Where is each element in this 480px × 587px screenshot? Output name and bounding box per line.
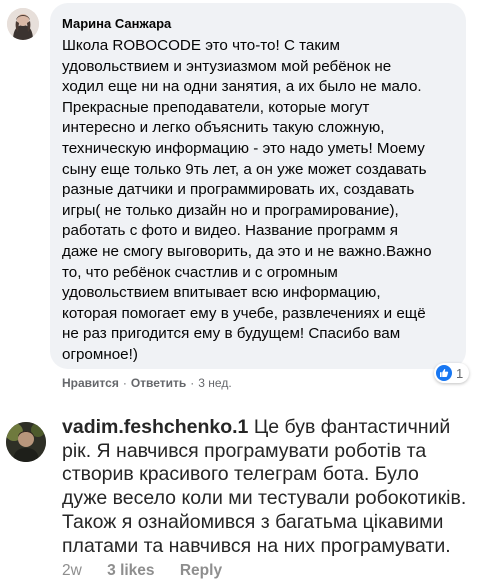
comment-text-line: Також я ознайомився з багатьма цікавими <box>62 510 444 533</box>
comment-timestamp[interactable]: 3 нед. <box>198 376 231 390</box>
avatar-photo-icon <box>7 8 39 40</box>
instagram-comment: vadim.feshchenko.1 Це був фантастичний р… <box>0 410 480 587</box>
comment-text-line: игры( не только дизайн но и програмирова… <box>62 201 399 219</box>
comment-text-line: не раз пригодится ему в будущем! Спасибо… <box>62 325 401 343</box>
reply-button[interactable]: Ответить <box>131 376 186 390</box>
comment-first-line: vadim.feshchenko.1 Це був фантастичний <box>62 416 478 440</box>
comment-text-line: разные датчики и программировать их, соз… <box>62 181 415 199</box>
comment-text-line: техническую информацию - это надо уметь!… <box>62 139 425 157</box>
comment-text-line: сыну еще только 9ть лет, а он уже может … <box>62 160 427 178</box>
thumbs-up-icon <box>436 365 452 381</box>
comment-text: vadim.feshchenko.1 Це був фантастичний р… <box>62 416 478 558</box>
comment-text-line: ходил еще ни на одни занятия, а их было … <box>62 78 422 96</box>
avatar[interactable] <box>7 8 39 40</box>
reply-button[interactable]: Reply <box>180 562 222 579</box>
comment-text-line: Прекрасные преподаватели, которые могут <box>62 98 370 116</box>
comment-text-line: Школа ROBOCODE это что-то! С таким <box>62 37 340 54</box>
separator: · <box>122 376 127 390</box>
comment-text-line: удовольствием впитывает всю информацию, <box>62 284 381 302</box>
comment-text-line: створив красивого телеграм бота. Було <box>62 463 419 486</box>
comment-text: Школа ROBOCODE это что-то! С таким удово… <box>62 36 462 366</box>
comment-actions: Нравится · Ответить · 3 нед. <box>62 376 232 390</box>
comment-meta: 2w 3 likes Reply <box>62 562 243 580</box>
comment-text-line: то, что ребёнок счастлив и с огромным <box>62 263 338 281</box>
comment-text-line: интересно и легко объяснить такую сложну… <box>62 119 385 137</box>
comment-text-line: огромное!) <box>62 345 138 363</box>
reaction-count-badge[interactable]: 1 <box>434 363 470 383</box>
comment-text-line: даже не смогу выговорить, да это и не ва… <box>62 242 432 260</box>
comment-text-line: работать с фото и видео. Название програ… <box>62 222 398 240</box>
comment-username[interactable]: vadim.feshchenko.1 <box>62 416 248 438</box>
comment-text-line: дуже весело коли ми тестували робокотикі… <box>62 487 467 510</box>
comment-text-line: платами та навчився на них програмувати. <box>62 534 451 557</box>
comment-text-line: удовольствием и энтузиазмом мой ребёнок … <box>62 57 392 75</box>
likes-count[interactable]: 3 likes <box>107 562 154 579</box>
reaction-count: 1 <box>456 365 464 381</box>
like-button[interactable]: Нравится <box>62 376 119 390</box>
comment-text-line: рік. Я навчився програмувати роботів та <box>62 439 427 462</box>
avatar[interactable] <box>6 422 46 462</box>
comment-timestamp[interactable]: 2w <box>62 562 82 579</box>
separator: · <box>190 376 195 390</box>
comment-author[interactable]: Марина Санжара <box>62 16 171 31</box>
comment-text-line: которая помогает ему в учебе, развлечени… <box>62 304 426 322</box>
comment-bubble: Марина Санжара Школа ROBOCODE это что-то… <box>50 3 466 369</box>
avatar-photo-icon <box>6 422 46 462</box>
comment-text-line: Це був фантастичний <box>253 416 451 438</box>
facebook-comment: Марина Санжара Школа ROBOCODE это что-то… <box>0 0 480 395</box>
